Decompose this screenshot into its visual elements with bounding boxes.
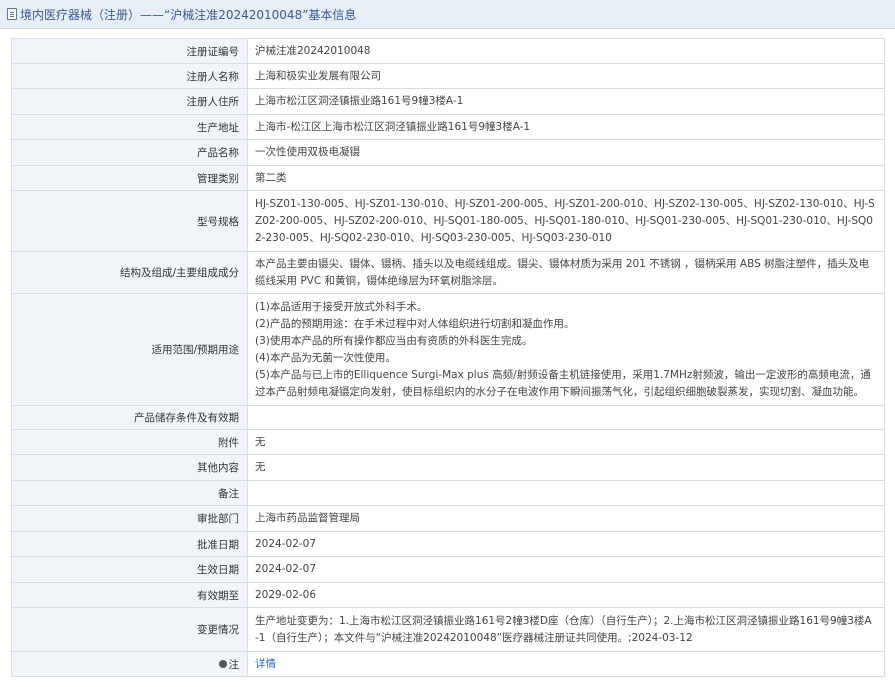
table-row: 注册人住所 上海市松江区洞泾镇振业路161号9幢3楼A-1 (11, 88, 885, 115)
row-value: 一次性使用双极电凝镊 (247, 139, 885, 166)
row-value: 生产地址变更为：1.上海市松江区洞泾镇振业路161号2幢3楼D座（仓库）（自行生… (247, 607, 885, 652)
usage-line: (2)产品的预期用途：在手术过程中对人体组织进行切割和凝血作用。 (255, 317, 575, 330)
table-row: 备注 (11, 480, 885, 506)
row-value (247, 480, 885, 506)
row-label: 变更情况 (11, 607, 248, 652)
row-value: 第二类 (247, 165, 885, 191)
row-value: 2024-02-07 (247, 556, 885, 583)
row-label: 有效期至 (11, 582, 248, 608)
details-link[interactable]: 详情 (255, 658, 276, 670)
table-row: 变更情况 生产地址变更为：1.上海市松江区洞泾镇振业路161号2幢3楼D座（仓库… (11, 607, 885, 652)
page-header: 境内医疗器械（注册）——“沪械注准20242010048”基本信息 (0, 0, 895, 29)
row-label: 注册人住所 (11, 88, 248, 115)
table-row: 注册证编号 沪械注准20242010048 (11, 38, 885, 64)
row-label: 产品储存条件及有效期 (11, 405, 248, 430)
row-label: 备注 (11, 480, 248, 506)
note-icon (218, 659, 227, 668)
row-label: 注册证编号 (11, 38, 248, 64)
row-value: 上海市药品监督管理局 (247, 505, 885, 532)
row-value: 无 (247, 454, 885, 481)
note-label: 注 (228, 658, 240, 671)
document-icon (7, 8, 17, 20)
row-value: (1)本品适用于接受开放式外科手术。 (2)产品的预期用途：在手术过程中对人体组… (247, 293, 885, 406)
row-value: 2024-02-07 (247, 531, 885, 557)
row-label: 注册人名称 (11, 63, 248, 89)
page-title: 境内医疗器械（注册）——“沪械注准20242010048”基本信息 (20, 7, 357, 22)
row-value: 沪械注准20242010048 (247, 38, 885, 64)
table-row: 注册人名称 上海和极实业发展有限公司 (11, 63, 885, 89)
table-row: 批准日期 2024-02-07 (11, 531, 885, 557)
row-label: 其他内容 (11, 454, 248, 481)
table-row: 生产地址 上海市-松江区上海市松江区洞泾镇振业路161号9幢3楼A-1 (11, 114, 885, 140)
table-row: 其他内容 无 (11, 454, 885, 481)
detail-table: 注册证编号 沪械注准20242010048 注册人名称 上海和极实业发展有限公司… (11, 38, 885, 677)
table-row: 生效日期 2024-02-07 (11, 556, 885, 583)
row-label: 附件 (11, 429, 248, 455)
row-label: 批准日期 (11, 531, 248, 557)
usage-line: (5)本产品与已上市的Elliquence Surgi-Max plus 高频/… (255, 368, 871, 398)
usage-line: (3)使用本产品的所有操作都应当由有资质的外科医生完成。 (255, 334, 533, 347)
row-value: 本产品主要由镊尖、镊体、镊柄、插头以及电缆线组成。镊尖、镊体材质为采用 201 … (247, 251, 885, 294)
table-row: 结构及组成/主要组成成分 本产品主要由镊尖、镊体、镊柄、插头以及电缆线组成。镊尖… (11, 251, 885, 294)
row-value: 2029-02-06 (247, 582, 885, 608)
table-row: 型号规格 HJ-SZ01-130-005、HJ-SZ01-130-010、HJ-… (11, 190, 885, 252)
table-row: 适用范围/预期用途 (1)本品适用于接受开放式外科手术。 (2)产品的预期用途：… (11, 293, 885, 406)
row-label: 生产地址 (11, 114, 248, 140)
table-row: 有效期至 2029-02-06 (11, 582, 885, 608)
row-value: 无 (247, 429, 885, 455)
row-label: 结构及组成/主要组成成分 (11, 251, 248, 294)
row-label: 审批部门 (11, 505, 248, 532)
table-row: 产品储存条件及有效期 (11, 405, 885, 430)
table-row: 产品名称 一次性使用双极电凝镊 (11, 139, 885, 166)
row-label: 适用范围/预期用途 (11, 293, 248, 406)
row-label: 生效日期 (11, 556, 248, 583)
row-value: 上海和极实业发展有限公司 (247, 63, 885, 89)
row-label: 型号规格 (11, 190, 248, 252)
row-label: 产品名称 (11, 139, 248, 166)
usage-line: (4)本产品为无菌一次性使用。 (255, 351, 396, 364)
row-value: 详情 (247, 651, 885, 677)
row-value: 上海市松江区洞泾镇振业路161号9幢3楼A-1 (247, 88, 885, 115)
detail-table-wrapper: 注册证编号 沪械注准20242010048 注册人名称 上海和极实业发展有限公司… (11, 38, 885, 677)
row-value: 上海市-松江区上海市松江区洞泾镇振业路161号9幢3楼A-1 (247, 114, 885, 140)
table-row: 审批部门 上海市药品监督管理局 (11, 505, 885, 532)
table-row: 注 详情 (11, 651, 885, 677)
table-row: 管理类别 第二类 (11, 165, 885, 191)
usage-line: (1)本品适用于接受开放式外科手术。 (255, 300, 428, 313)
row-value: HJ-SZ01-130-005、HJ-SZ01-130-010、HJ-SZ01-… (247, 190, 885, 252)
table-row: 附件 无 (11, 429, 885, 455)
row-label-note: 注 (11, 651, 248, 677)
row-label: 管理类别 (11, 165, 248, 191)
row-value (247, 405, 885, 430)
